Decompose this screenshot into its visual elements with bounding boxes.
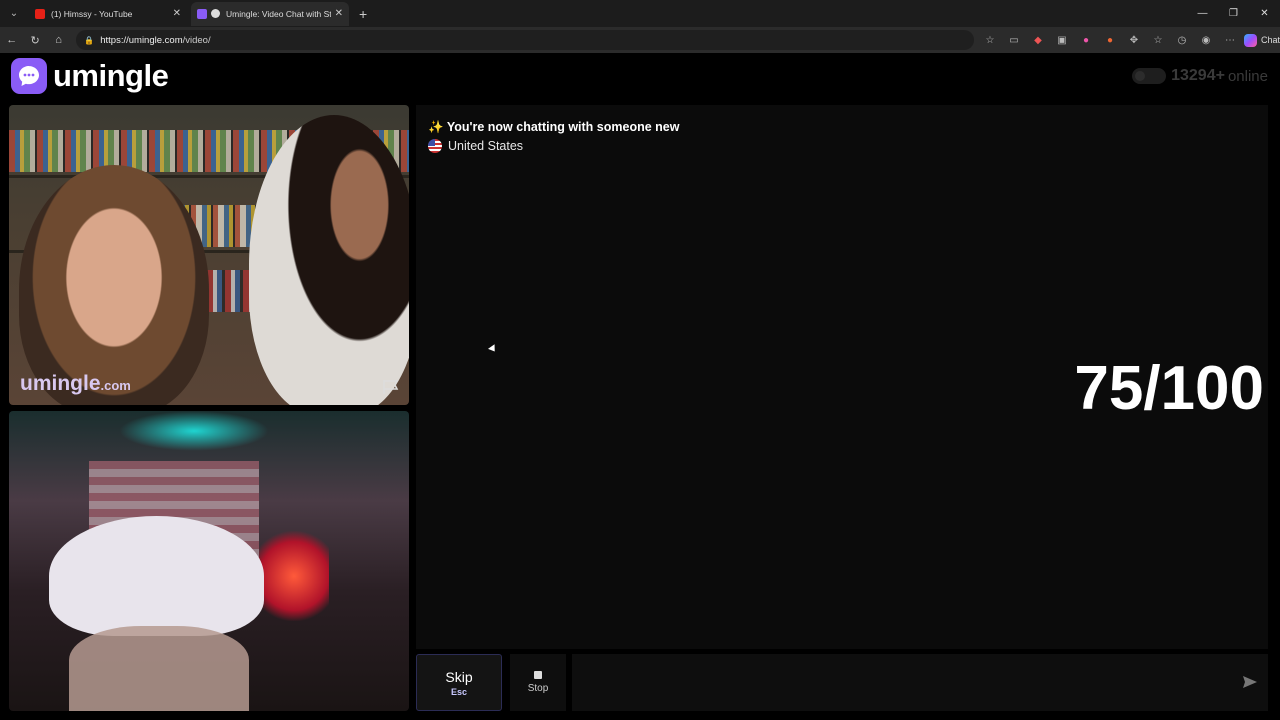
umingle-favicon-icon — [197, 8, 207, 19]
skip-button[interactable]: Skip Esc — [416, 654, 502, 711]
extensions-icon[interactable]: ✥ — [1122, 35, 1146, 46]
tab-umingle[interactable]: Umingle: Video Chat with Stra ✕ — [191, 1, 349, 26]
skip-label: Skip — [445, 668, 473, 685]
us-flag-icon — [428, 139, 442, 153]
tab-title: Umingle: Video Chat with Stra — [226, 8, 331, 19]
camera-icon[interactable]: ▭ — [1002, 35, 1026, 46]
lock-icon: 🔒 — [84, 35, 95, 45]
logo-text: umingle — [53, 58, 169, 93]
plus-icon[interactable]: + — [359, 6, 367, 22]
home-icon[interactable]: ⌂ — [47, 34, 70, 46]
back-icon[interactable]: ← — [0, 34, 23, 46]
red-neon-light — [259, 531, 329, 621]
stop-icon — [534, 671, 542, 679]
more-icon[interactable]: ⋯ — [1218, 35, 1242, 46]
url-host: https://umingle.com — [100, 34, 183, 46]
recording-indicator-icon — [211, 9, 220, 18]
address-bar[interactable]: 🔒 https://umingle.com/video/ — [76, 30, 974, 50]
favorite-star-icon[interactable]: ☆ — [978, 35, 1002, 46]
country-name: United States — [448, 139, 524, 153]
youtube-favicon-icon — [35, 8, 45, 19]
extension-gray-icon[interactable]: ▣ — [1050, 35, 1074, 46]
extensions-row: ☆ ▭ ◆ ▣ ● ● ✥ ☆ ◷ ◉ ⋯ — [978, 35, 1242, 46]
tab-title: (1) Himssy - YouTube — [51, 8, 133, 19]
send-icon[interactable] — [1242, 675, 1258, 689]
self-video — [9, 411, 409, 711]
online-label: online — [1227, 67, 1268, 85]
reload-icon[interactable]: ↻ — [23, 34, 46, 47]
online-toggle[interactable] — [1132, 68, 1167, 84]
site-logo[interactable]: umingle — [11, 58, 169, 94]
url-path: /video/ — [182, 34, 211, 46]
browser-tabbar: ⌄ (1) Himssy - YouTube ✕ Umingle: Video … — [0, 0, 1280, 27]
skip-shortcut: Esc — [450, 686, 467, 697]
white-cap — [49, 516, 264, 636]
window-controls: — ❐ ✕ — [1187, 0, 1280, 27]
restore-icon[interactable]: ❐ — [1218, 0, 1249, 27]
message-input[interactable] — [572, 654, 1268, 711]
system-message: ✨ You're now chatting with someone new — [428, 120, 679, 135]
teal-light — [119, 411, 269, 451]
online-count: 13294+ — [1171, 67, 1225, 84]
tab-actions-icon[interactable]: ⌄ — [3, 3, 25, 25]
stranger-country: United States — [428, 139, 523, 153]
copilot-label: Chat — [1261, 35, 1280, 45]
score-overlay: 75/100 — [1074, 354, 1264, 423]
chat-bubble-icon — [11, 58, 47, 94]
sparkles-icon: ✨ — [428, 120, 444, 134]
stop-button[interactable]: Stop — [510, 654, 566, 711]
report-flag-icon[interactable] — [382, 379, 400, 395]
chat-controls: Skip Esc Stop — [416, 654, 1268, 711]
profile-icon[interactable]: ◉ — [1194, 35, 1218, 46]
close-window-icon[interactable]: ✕ — [1249, 0, 1280, 27]
person-left — [19, 165, 209, 405]
history-icon[interactable]: ◷ — [1170, 35, 1194, 46]
close-tab-icon[interactable]: ✕ — [335, 8, 343, 19]
browser-toolbar: ← ↻ ⌂ 🔒 https://umingle.com/video/ ☆ ▭ ◆… — [0, 27, 1280, 53]
chat-panel: ✨ You're now chatting with someone new U… — [416, 105, 1268, 649]
copilot-chat-button[interactable]: Chat — [1244, 33, 1280, 47]
system-message-text: You're now chatting with someone new — [446, 120, 680, 134]
umingle-page: umingle 13294+ online umingle.com ✨ You'… — [0, 53, 1280, 720]
extension-red-icon[interactable]: ◆ — [1026, 35, 1050, 46]
extension-orange-icon[interactable]: ● — [1098, 35, 1122, 46]
stranger-video: umingle.com — [9, 105, 409, 405]
extension-pink-icon[interactable]: ● — [1074, 35, 1098, 46]
person-self — [69, 626, 249, 711]
mouse-cursor-icon — [488, 344, 498, 354]
minimize-icon[interactable]: — — [1187, 0, 1218, 27]
stop-label: Stop — [527, 683, 549, 694]
online-indicator: 13294+ online — [1132, 67, 1268, 85]
copilot-icon — [1244, 33, 1257, 47]
tab-youtube[interactable]: (1) Himssy - YouTube ✕ — [29, 2, 187, 26]
watermark-suffix: .com — [100, 378, 131, 393]
umingle-watermark: umingle.com — [20, 372, 131, 396]
watermark-text: umingle — [20, 372, 101, 395]
person-right — [249, 115, 409, 405]
favorites-icon[interactable]: ☆ — [1146, 35, 1170, 46]
close-tab-icon[interactable]: ✕ — [173, 8, 181, 19]
